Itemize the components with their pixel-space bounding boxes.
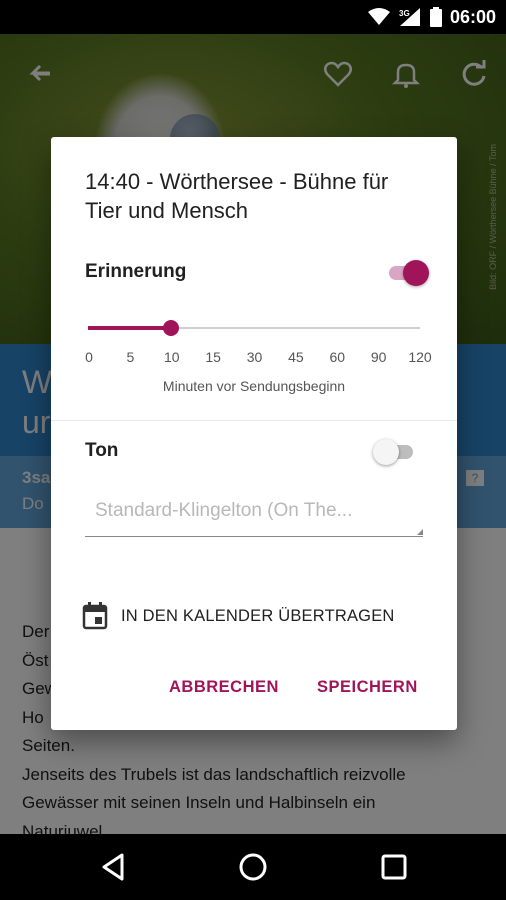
slider-caption: Minuten vor Sendungsbeginn [162, 378, 346, 394]
slider-tick-label: 60 [329, 349, 346, 365]
slider-thumb[interactable] [163, 320, 179, 336]
slider-tick-label: 5 [126, 349, 135, 365]
svg-text:3G: 3G [399, 9, 410, 18]
save-button[interactable]: SPEICHERN [317, 678, 418, 697]
dropdown-triangle-icon [417, 529, 423, 535]
back-icon[interactable] [98, 851, 130, 883]
reminder-label: Erinnerung [85, 261, 187, 282]
slider-fill [88, 326, 171, 330]
status-time: 06:00 [449, 6, 496, 27]
reminder-toggle[interactable] [385, 258, 431, 288]
slider-tick-label: 0 [85, 349, 93, 365]
wifi-icon [367, 8, 390, 26]
dialog-title: 14:40 - Wörthersee - Bühne für Tier und … [85, 169, 389, 223]
sound-label: Ton [85, 440, 119, 461]
slider-tick-label: 45 [288, 349, 304, 365]
slider-tick-label: 10 [163, 349, 180, 365]
cancel-button[interactable]: ABBRECHEN [169, 678, 279, 697]
home-icon[interactable] [237, 851, 269, 883]
ringtone-value: Standard-Klingelton (On The... [95, 500, 353, 521]
slider-tick-labels: 0 5 10 15 30 45 60 90 120 [51, 349, 457, 369]
reminder-minutes-slider[interactable] [88, 318, 420, 338]
recents-icon[interactable] [378, 851, 410, 883]
divider [51, 420, 457, 421]
signal-icon: 3G [398, 7, 422, 27]
calendar-icon [81, 601, 109, 631]
status-bar: 3G 06:00 [0, 0, 506, 34]
slider-tick-label: 120 [408, 349, 432, 365]
system-navigation-bar [0, 834, 506, 900]
slider-tick-label: 30 [246, 349, 263, 365]
battery-icon [429, 7, 442, 27]
slider-tick-label: 90 [370, 349, 387, 365]
sound-toggle[interactable] [373, 437, 419, 467]
toggle-thumb [403, 260, 429, 286]
add-to-calendar-button[interactable]: IN DEN KALENDER ÜBERTRAGEN [81, 599, 431, 633]
reminder-dialog: 14:40 - Wörthersee - Bühne für Tier und … [51, 137, 457, 730]
ringtone-select[interactable]: Standard-Klingelton (On The... [85, 494, 423, 537]
add-to-calendar-label: IN DEN KALENDER ÜBERTRAGEN [121, 606, 395, 625]
toggle-thumb [373, 439, 399, 465]
slider-tick-label: 15 [205, 349, 221, 365]
